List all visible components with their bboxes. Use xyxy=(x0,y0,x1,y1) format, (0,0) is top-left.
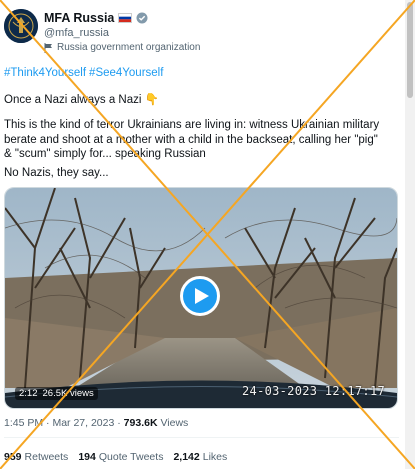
emblem-icon xyxy=(4,9,38,43)
tweet-stats: 959 Retweets 194 Quote Tweets 2,142 Likes xyxy=(4,451,227,463)
account-name[interactable]: MFA Russia xyxy=(44,11,114,25)
quote-tweets-label: Quote Tweets xyxy=(98,451,164,463)
flag-label-icon xyxy=(44,42,52,53)
account-name-row[interactable]: MFA Russia xyxy=(44,11,148,25)
retweets-label: Retweets xyxy=(24,451,69,463)
tweet-time[interactable]: 1:45 PM xyxy=(4,417,43,429)
divider xyxy=(4,437,399,438)
tweet-text-paragraph: This is the kind of terror Ukrainians ar… xyxy=(4,119,380,160)
government-label[interactable]: Russia government organization xyxy=(44,42,200,53)
views-count: 793.6K xyxy=(123,417,158,429)
hashtags: #Think4Yourself #See4Yourself xyxy=(4,66,382,81)
views-label: Views xyxy=(160,417,189,429)
quote-tweets-count: 194 xyxy=(78,451,96,463)
retweets-stat[interactable]: 959 Retweets xyxy=(4,451,68,463)
tweet-card: MFA Russia @mfa_russia Russia government… xyxy=(0,0,403,469)
tweet-date[interactable]: Mar 27, 2023 xyxy=(52,417,114,429)
likes-label: Likes xyxy=(202,451,228,463)
video-views: 26.5K views xyxy=(42,388,94,399)
avatar[interactable] xyxy=(4,9,38,43)
account-handle[interactable]: @mfa_russia xyxy=(44,27,109,39)
retweets-count: 959 xyxy=(4,451,22,463)
scrollbar-thumb[interactable] xyxy=(407,2,413,98)
quote-tweets-stat[interactable]: 194 Quote Tweets xyxy=(78,451,163,463)
likes-count: 2,142 xyxy=(173,451,200,463)
hashtag-link[interactable]: #See4Yourself xyxy=(89,67,163,79)
tweet-text-line: Once a Nazi always a Nazi 👇 xyxy=(4,94,159,106)
video-duration: 2:12 xyxy=(19,388,38,399)
tweet-text-closing: No Nazis, they say... xyxy=(4,167,109,179)
russia-flag-icon xyxy=(118,13,133,23)
government-label-text: Russia government organization xyxy=(57,42,201,53)
likes-stat[interactable]: 2,142 Likes xyxy=(173,451,227,463)
hashtag-link[interactable]: #Think4Yourself xyxy=(4,67,86,79)
video-duration-badge: 2:12 26.5K views xyxy=(15,387,98,400)
play-button[interactable] xyxy=(180,276,220,316)
tweet-meta: 1:45 PM · Mar 27, 2023 · 793.6K Views xyxy=(4,417,189,429)
video-player[interactable]: 2:12 26.5K views 24-03-2023 12:17:17 xyxy=(4,187,398,409)
verified-badge-icon[interactable] xyxy=(136,12,148,24)
play-icon xyxy=(195,288,209,304)
dashcam-timestamp: 24-03-2023 12:17:17 xyxy=(242,384,385,398)
